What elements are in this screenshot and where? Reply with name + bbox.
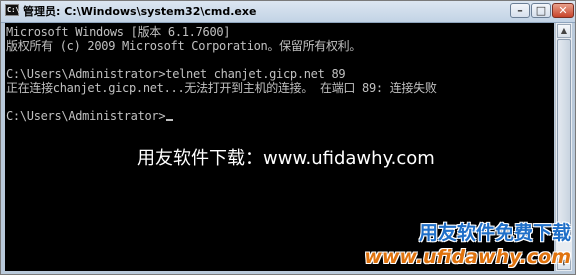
cmd-window: C:\ 管理员: C:\Windows\system32\cmd.exe – □… <box>0 0 576 275</box>
console-line-telnet-command: C:\Users\Administrator>telnet chanjet.gi… <box>6 67 346 81</box>
title-bar[interactable]: C:\ 管理员: C:\Windows\system32\cmd.exe – □… <box>1 1 575 23</box>
console-line-version: Microsoft Windows [版本 6.1.7600] <box>6 25 231 39</box>
console-prompt-line: C:\Users\Administrator> <box>6 109 174 123</box>
logo-url: www.ufidawhy.com <box>364 246 571 268</box>
cmd-app-icon[interactable]: C:\ <box>5 4 20 16</box>
site-logo-watermark: 用友软件免费下载 www.ufidawhy.com <box>341 222 571 270</box>
window-title: 管理员: C:\Windows\system32\cmd.exe <box>23 5 257 18</box>
console-line-connection-error: 正在连接chanjet.gicp.net...无法打开到主机的连接。 在端口 8… <box>6 81 437 95</box>
text-cursor <box>166 119 174 121</box>
maximize-button[interactable]: □ <box>531 3 551 18</box>
minimize-button[interactable]: – <box>510 3 530 18</box>
close-button[interactable]: ✕ <box>552 3 574 18</box>
logo-title: 用友软件免费下载 <box>418 222 571 244</box>
scroll-up-arrow-icon[interactable]: ▲ <box>557 24 571 38</box>
app-icon-label: C:\ <box>7 6 20 14</box>
console-line-copyright: 版权所有 (c) 2009 Microsoft Corporation。保留所有… <box>6 39 362 53</box>
console-prompt: C:\Users\Administrator> <box>6 109 166 123</box>
scroll-thumb[interactable] <box>557 39 571 239</box>
center-watermark: 用友软件下载：www.ufidawhy.com <box>137 148 435 169</box>
